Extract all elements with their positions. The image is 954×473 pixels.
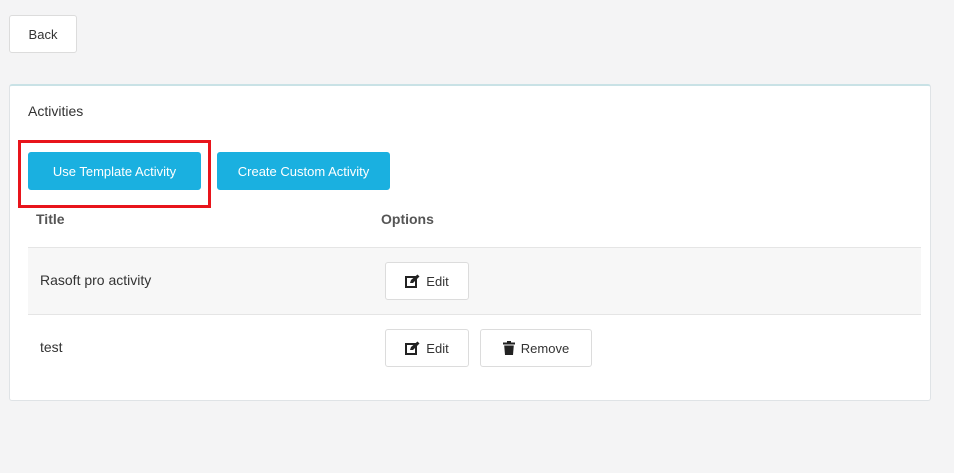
edit-button[interactable]: Edit (385, 329, 469, 367)
row-title: Rasoft pro activity (40, 272, 152, 288)
remove-button[interactable]: Remove (480, 329, 592, 367)
back-button[interactable]: Back (9, 15, 77, 53)
edit-label: Edit (426, 273, 449, 289)
edit-button[interactable]: Edit (385, 262, 469, 300)
edit-icon (405, 274, 420, 288)
column-header-options: Options (381, 211, 434, 227)
page: Back Activities Use Template Activity Cr… (0, 0, 954, 473)
edit-icon (405, 341, 420, 355)
row-title: test (40, 339, 63, 355)
column-header-title: Title (36, 211, 65, 227)
table-row: test Edit Remove (28, 314, 921, 381)
panel-title: Activities (28, 103, 84, 119)
table-row: Rasoft pro activity Edit (28, 247, 921, 314)
create-custom-activity-button[interactable]: Create Custom Activity (217, 152, 390, 190)
activities-panel: Activities Use Template Activity Create … (9, 84, 931, 401)
edit-label: Edit (426, 340, 449, 356)
trash-icon (502, 341, 515, 355)
remove-label: Remove (520, 340, 570, 356)
use-template-activity-button[interactable]: Use Template Activity (28, 152, 201, 190)
